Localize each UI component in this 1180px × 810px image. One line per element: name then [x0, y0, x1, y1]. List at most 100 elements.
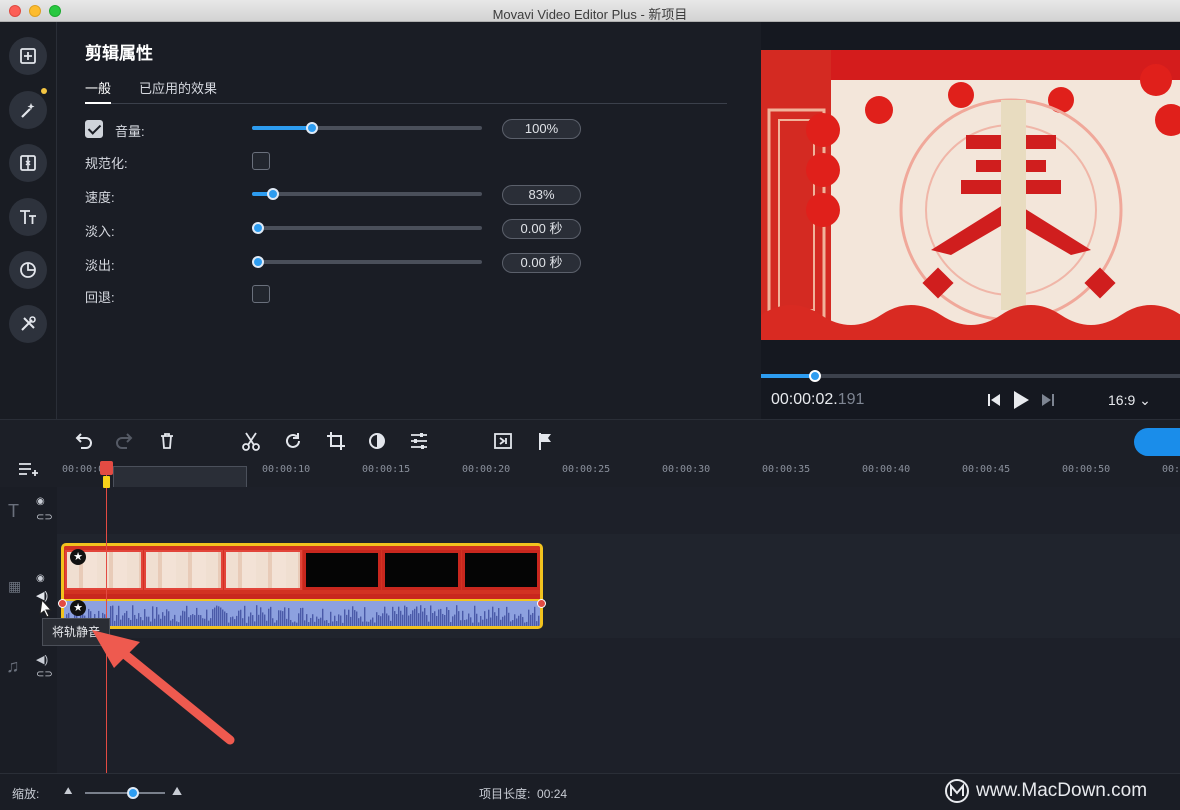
- waveform-bar: [516, 618, 518, 626]
- volume-value[interactable]: 100%: [502, 119, 581, 139]
- project-length: 项目长度: 00:24: [479, 785, 567, 802]
- title-bar: Movavi Video Editor Plus - 新项目: [0, 0, 1180, 22]
- import-button[interactable]: [9, 37, 47, 75]
- eye-icon[interactable]: ◉: [36, 496, 45, 507]
- waveform-bar: [342, 622, 344, 626]
- waveform-bar: [438, 609, 440, 626]
- timecode-ms: 191: [837, 391, 865, 408]
- waveform-bar: [272, 618, 274, 626]
- insert-button[interactable]: [492, 430, 514, 452]
- waveform-bar: [474, 605, 476, 626]
- waveform-bar: [476, 613, 478, 626]
- waveform-bar: [490, 617, 492, 626]
- waveform-bar: [440, 608, 442, 626]
- waveform-bar: [538, 615, 540, 626]
- waveform-bar: [352, 606, 354, 626]
- link-icon[interactable]: ⊂⊃: [36, 512, 53, 523]
- fade-out-slider[interactable]: [252, 256, 482, 268]
- waveform-bar: [310, 617, 312, 626]
- export-button[interactable]: [1134, 428, 1180, 456]
- waveform-bar: [514, 614, 516, 626]
- speed-slider[interactable]: [252, 188, 482, 200]
- fade-in-label: 淡入:: [85, 224, 115, 239]
- preview-frame[interactable]: [761, 50, 1180, 340]
- fade-in-slider[interactable]: [252, 222, 482, 234]
- fade-out-value[interactable]: 0.00 秒: [502, 253, 581, 273]
- cut-button[interactable]: [240, 430, 262, 452]
- aspect-ratio-dropdown[interactable]: 16:9 ⌄: [1108, 392, 1151, 409]
- waveform-bar: [500, 619, 502, 626]
- waveform-bar: [532, 613, 534, 626]
- previous-frame-button[interactable]: [986, 392, 1002, 413]
- clip-properties-panel: 剪辑属性 一般 已应用的效果 音量: 100% 规范化: 速度: 83% 淡入:…: [57, 22, 761, 419]
- preview-scrubber[interactable]: [761, 370, 1180, 382]
- rotate-button[interactable]: [282, 430, 304, 452]
- volume-slider-knob[interactable]: [306, 122, 318, 134]
- waveform-bar: [292, 622, 294, 626]
- waveform-bar: [370, 619, 372, 626]
- fade-in-slider-knob[interactable]: [252, 222, 264, 234]
- skip-back-icon: [988, 394, 1000, 406]
- marker-button[interactable]: [535, 430, 557, 452]
- watermark: www.MacDown.com: [944, 778, 1147, 804]
- waveform-bar: [448, 610, 450, 626]
- waveform-bar: [512, 620, 514, 626]
- tab-applied-effects[interactable]: 已应用的效果: [139, 78, 217, 104]
- waveform-bar: [368, 621, 370, 626]
- waveform-bar: [388, 615, 390, 626]
- redo-button[interactable]: [114, 430, 136, 452]
- waveform-bar: [518, 615, 520, 626]
- waveform-bar: [384, 606, 386, 626]
- undo-button[interactable]: [72, 430, 94, 452]
- waveform-bar: [486, 618, 488, 626]
- waveform-bar: [262, 612, 264, 626]
- volume-slider[interactable]: [252, 122, 482, 134]
- normalize-checkbox[interactable]: [252, 152, 270, 170]
- speed-value[interactable]: 83%: [502, 185, 581, 205]
- scrubber-knob[interactable]: [809, 370, 821, 382]
- undo-icon: [75, 433, 92, 449]
- fade-out-label: 淡出:: [85, 258, 115, 273]
- reverse-checkbox[interactable]: [252, 285, 270, 303]
- filters-button[interactable]: [9, 91, 47, 129]
- crop-icon: [327, 432, 345, 450]
- stickers-button[interactable]: [9, 251, 47, 289]
- delete-button[interactable]: [156, 430, 178, 452]
- waveform-bar: [282, 611, 284, 626]
- color-adjust-button[interactable]: [366, 430, 388, 452]
- title-track[interactable]: [57, 487, 1180, 534]
- titles-button[interactable]: [9, 198, 47, 236]
- eye-icon[interactable]: ◉: [36, 573, 45, 584]
- zoom-slider-knob[interactable]: [127, 787, 139, 799]
- playhead-handle[interactable]: [100, 461, 113, 475]
- zoom-in-icon[interactable]: ⛰: [172, 784, 182, 799]
- play-button[interactable]: [1012, 390, 1030, 415]
- transitions-button[interactable]: [9, 144, 47, 182]
- waveform-bar: [366, 621, 368, 626]
- waveform-bar: [260, 607, 262, 626]
- fade-out-slider-knob[interactable]: [252, 256, 264, 268]
- add-track-icon: [19, 463, 38, 476]
- waveform-bar: [354, 610, 356, 626]
- clip-properties-button[interactable]: [408, 430, 430, 452]
- waveform-bar: [360, 616, 362, 626]
- timeline-ruler[interactable]: 00:00:00 00:00:10 00:00:15 00:00:20 00:0…: [57, 461, 1180, 490]
- tools-button[interactable]: [9, 305, 47, 343]
- flag-icon: [539, 433, 551, 450]
- tick-label: 00:00:35: [762, 464, 811, 475]
- add-track-button[interactable]: [17, 461, 39, 484]
- properties-tabs: 一般 已应用的效果: [85, 78, 727, 104]
- waveform-bar: [496, 615, 498, 626]
- next-frame-button[interactable]: [1040, 392, 1056, 413]
- sidebar: [0, 22, 57, 419]
- volume-checkbox[interactable]: [85, 120, 103, 138]
- tab-general[interactable]: 一般: [85, 78, 112, 104]
- waveform-bar: [356, 611, 358, 626]
- audio-keyframe-end[interactable]: [537, 599, 546, 608]
- speed-slider-knob[interactable]: [267, 188, 279, 200]
- zoom-slider[interactable]: [85, 787, 165, 799]
- waveform-bar: [412, 610, 414, 626]
- zoom-out-icon[interactable]: ⛰: [64, 786, 72, 797]
- fade-in-value[interactable]: 0.00 秒: [502, 219, 581, 239]
- crop-button[interactable]: [325, 430, 347, 452]
